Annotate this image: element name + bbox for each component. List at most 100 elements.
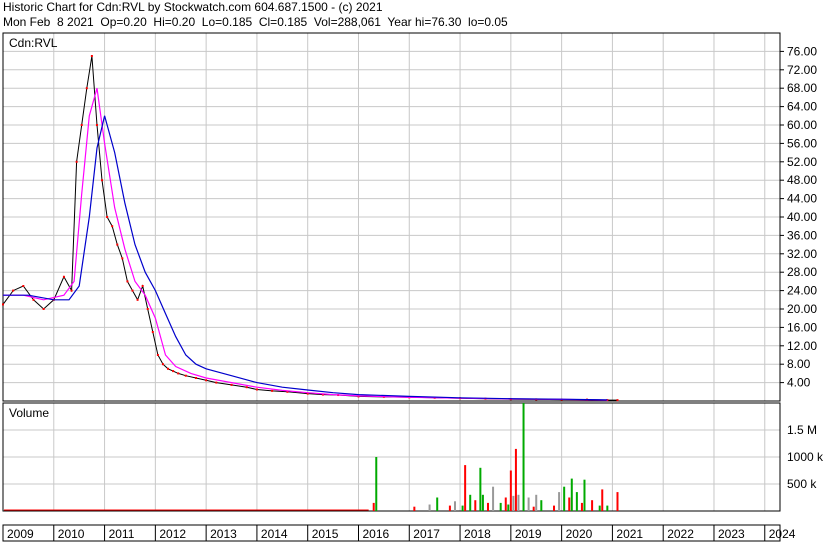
year-tick-label: 2018: [464, 527, 491, 541]
price-tick-label: 24.00: [787, 284, 817, 298]
volume-bar: [583, 479, 586, 511]
year-tick-label: 2023: [718, 527, 745, 541]
price-close-point: [111, 225, 114, 228]
price-close-point: [230, 383, 233, 386]
volume-bar: [580, 502, 583, 511]
year-tick-label: 2021: [616, 527, 643, 541]
price-close-point: [121, 257, 124, 260]
volume-bar: [474, 500, 477, 511]
price-close-point: [205, 379, 208, 382]
price-close-point: [194, 377, 197, 379]
volume-bar: [517, 494, 520, 511]
volume-bar: [492, 486, 495, 511]
volume-bar: [464, 465, 467, 511]
price-close-line: [2, 55, 618, 401]
price-tick-label: 4.00: [787, 376, 811, 390]
volume-bar: [504, 497, 507, 511]
year-tick-label: 2014: [261, 527, 288, 541]
price-close-point: [141, 285, 144, 287]
volume-bar: [532, 506, 535, 511]
price-close-point: [62, 275, 65, 278]
price-close-point: [167, 367, 170, 370]
volume-bar: [481, 494, 484, 511]
volume-bar: [448, 505, 451, 511]
price-tick-label: 52.00: [787, 155, 817, 169]
price-tick-label: 68.00: [787, 81, 817, 95]
price-tick-label: 20.00: [787, 302, 817, 316]
price-tick-label: 32.00: [787, 247, 817, 261]
year-axis: 2009 2010 2011 2012 2013 2014 2015 2016 2017 2018…: [2, 525, 796, 541]
year-tick-label: 2013: [210, 527, 237, 541]
volume-bar: [509, 470, 512, 511]
price-close-point: [70, 289, 73, 292]
volume-bar: [591, 500, 594, 511]
volume-bar: [563, 486, 566, 511]
price-close-point: [161, 363, 164, 366]
price-tick-label: 72.00: [787, 63, 817, 77]
price-close-point: [126, 280, 129, 283]
price-tick-label: 40.00: [787, 210, 817, 224]
volume-bar: [413, 506, 416, 511]
volume-bar: [575, 492, 578, 511]
price-close-point: [616, 399, 619, 402]
year-tick-label: 2024: [769, 527, 796, 541]
price-close-point: [106, 216, 109, 218]
price-close-point: [22, 285, 25, 287]
year-tick-label: 2009: [7, 527, 34, 541]
volume-bar: [461, 505, 464, 511]
volume-bar: [527, 497, 530, 511]
volume-bar: [479, 467, 482, 511]
price-tick-label: 64.00: [787, 100, 817, 114]
price-tick-label: 12.00: [787, 339, 817, 353]
volume-bar: [512, 495, 515, 511]
price-close-point: [215, 381, 218, 384]
price-tick-label: 44.00: [787, 192, 817, 206]
volume-bar: [499, 502, 502, 511]
price-tick-label: 8.00: [787, 357, 811, 371]
volume-bar: [514, 448, 517, 511]
volume-bar: [469, 494, 472, 511]
price-close-point: [245, 386, 248, 389]
price-close-point: [177, 372, 180, 375]
price-close-point: [271, 389, 274, 392]
price-close-point: [101, 179, 104, 182]
year-tick-label: 2011: [109, 527, 135, 541]
price-close-point: [172, 370, 175, 373]
price-tick-label: 36.00: [787, 228, 817, 242]
year-tick-label: 2012: [159, 527, 186, 541]
moving-average-short-line: [3, 88, 608, 401]
moving-average-long-line: [3, 115, 608, 401]
price-close-point: [32, 298, 35, 301]
price-close-point: [85, 87, 88, 90]
price-tick-label: 16.00: [787, 320, 817, 334]
year-tick-label: 2017: [413, 527, 440, 541]
volume-bar: [436, 497, 439, 511]
volume-bar: [453, 501, 456, 511]
price-close-point: [156, 354, 159, 356]
price-close-point: [136, 298, 139, 301]
volume-bar: [598, 505, 601, 511]
price-axis: 4.00 8.00 12.00 16.00 20.00 24.00 28.00 32.00 36…: [780, 44, 817, 390]
volume-bar: [535, 494, 538, 511]
price-tick-label: 28.00: [787, 265, 817, 279]
price-tick-label: 56.00: [787, 136, 817, 150]
year-tick-label: 2015: [312, 527, 339, 541]
price-tick-label: 76.00: [787, 44, 817, 58]
volume-bar: [540, 500, 543, 511]
volume-tick-label: 1000 k: [787, 450, 824, 464]
volume-tick-label: 1.5 M: [787, 423, 817, 437]
price-close-point: [255, 388, 258, 391]
price-panel-title: Cdn:RVL: [9, 36, 58, 50]
year-tick-label: 2010: [58, 527, 85, 541]
price-tick-label: 60.00: [787, 118, 817, 132]
volume-bar: [553, 505, 556, 511]
volume-bar: [568, 497, 571, 511]
price-close-point: [151, 331, 154, 333]
year-tick-label: 2019: [515, 527, 542, 541]
volume-bar: [375, 457, 378, 511]
grid-lines: [2, 33, 780, 511]
price-close-point: [80, 124, 83, 126]
price-tick-label: 48.00: [787, 173, 817, 187]
price-close-point: [116, 243, 119, 246]
price-close-point: [184, 374, 187, 377]
